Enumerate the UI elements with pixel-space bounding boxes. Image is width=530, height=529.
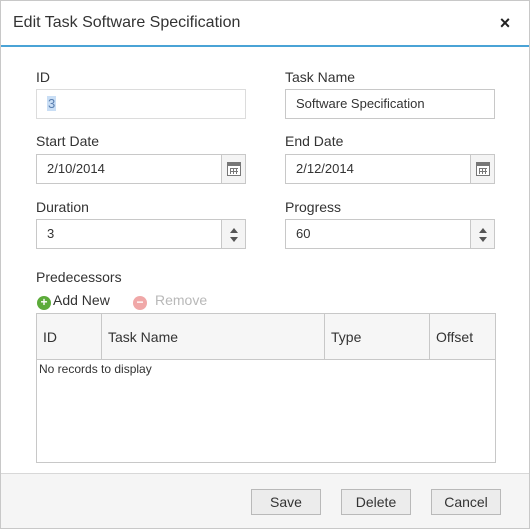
grid-header: ID Task Name Type Offset xyxy=(37,314,495,360)
duration-label: Duration xyxy=(36,199,89,215)
id-value: 3 xyxy=(47,96,57,111)
minus-icon: − xyxy=(133,296,147,310)
task-name-field[interactable]: Software Specification xyxy=(285,89,495,119)
progress-label: Progress xyxy=(285,199,342,215)
add-new-label: Add New xyxy=(53,292,110,308)
duration-value: 3 xyxy=(47,226,55,241)
duration-stepper[interactable]: 3 xyxy=(36,219,246,249)
progress-value: 60 xyxy=(296,226,311,241)
dialog-titlebar: Edit Task Software Specification × xyxy=(1,1,529,47)
progress-spin-buttons[interactable] xyxy=(470,220,494,248)
plus-icon: + xyxy=(37,296,51,310)
column-header-offset[interactable]: Offset xyxy=(430,314,495,360)
column-header-id[interactable]: ID xyxy=(37,314,102,360)
end-date-value: 2/12/2014 xyxy=(296,161,354,176)
start-date-calendar-button[interactable] xyxy=(221,155,245,183)
duration-spin-buttons[interactable] xyxy=(221,220,245,248)
edit-task-dialog: Edit Task Software Specification × ID 3 … xyxy=(0,0,530,529)
start-date-field[interactable]: 2/10/2014 xyxy=(36,154,246,184)
task-name-label: Task Name xyxy=(285,69,356,85)
close-button[interactable]: × xyxy=(495,12,515,34)
calendar-icon xyxy=(227,162,241,176)
delete-button[interactable]: Delete xyxy=(341,489,411,515)
predecessors-grid: ID Task Name Type Offset No records to d… xyxy=(36,313,496,463)
save-button[interactable]: Save xyxy=(251,489,321,515)
end-date-field[interactable]: 2/12/2014 xyxy=(285,154,495,184)
add-new-button[interactable]: + Add New xyxy=(37,292,110,310)
end-date-label: End Date xyxy=(285,133,344,149)
progress-stepper[interactable]: 60 xyxy=(285,219,495,249)
arrow-up-icon[interactable] xyxy=(230,228,238,233)
id-field[interactable]: 3 xyxy=(36,89,246,119)
remove-button[interactable]: − Remove xyxy=(133,292,207,310)
empty-records-message: No records to display xyxy=(39,362,152,376)
arrow-up-icon[interactable] xyxy=(479,228,487,233)
dialog-footer: Save Delete Cancel xyxy=(1,473,529,528)
end-date-calendar-button[interactable] xyxy=(470,155,494,183)
cancel-button[interactable]: Cancel xyxy=(431,489,501,515)
predecessors-label: Predecessors xyxy=(36,269,122,285)
start-date-value: 2/10/2014 xyxy=(47,161,105,176)
arrow-down-icon[interactable] xyxy=(479,237,487,242)
column-header-type[interactable]: Type xyxy=(325,314,430,360)
id-label: ID xyxy=(36,69,50,85)
start-date-label: Start Date xyxy=(36,133,100,149)
column-header-task-name[interactable]: Task Name xyxy=(102,314,325,360)
remove-label: Remove xyxy=(155,292,208,308)
arrow-down-icon[interactable] xyxy=(230,237,238,242)
dialog-title: Edit Task Software Specification xyxy=(13,14,241,31)
calendar-icon xyxy=(476,162,490,176)
